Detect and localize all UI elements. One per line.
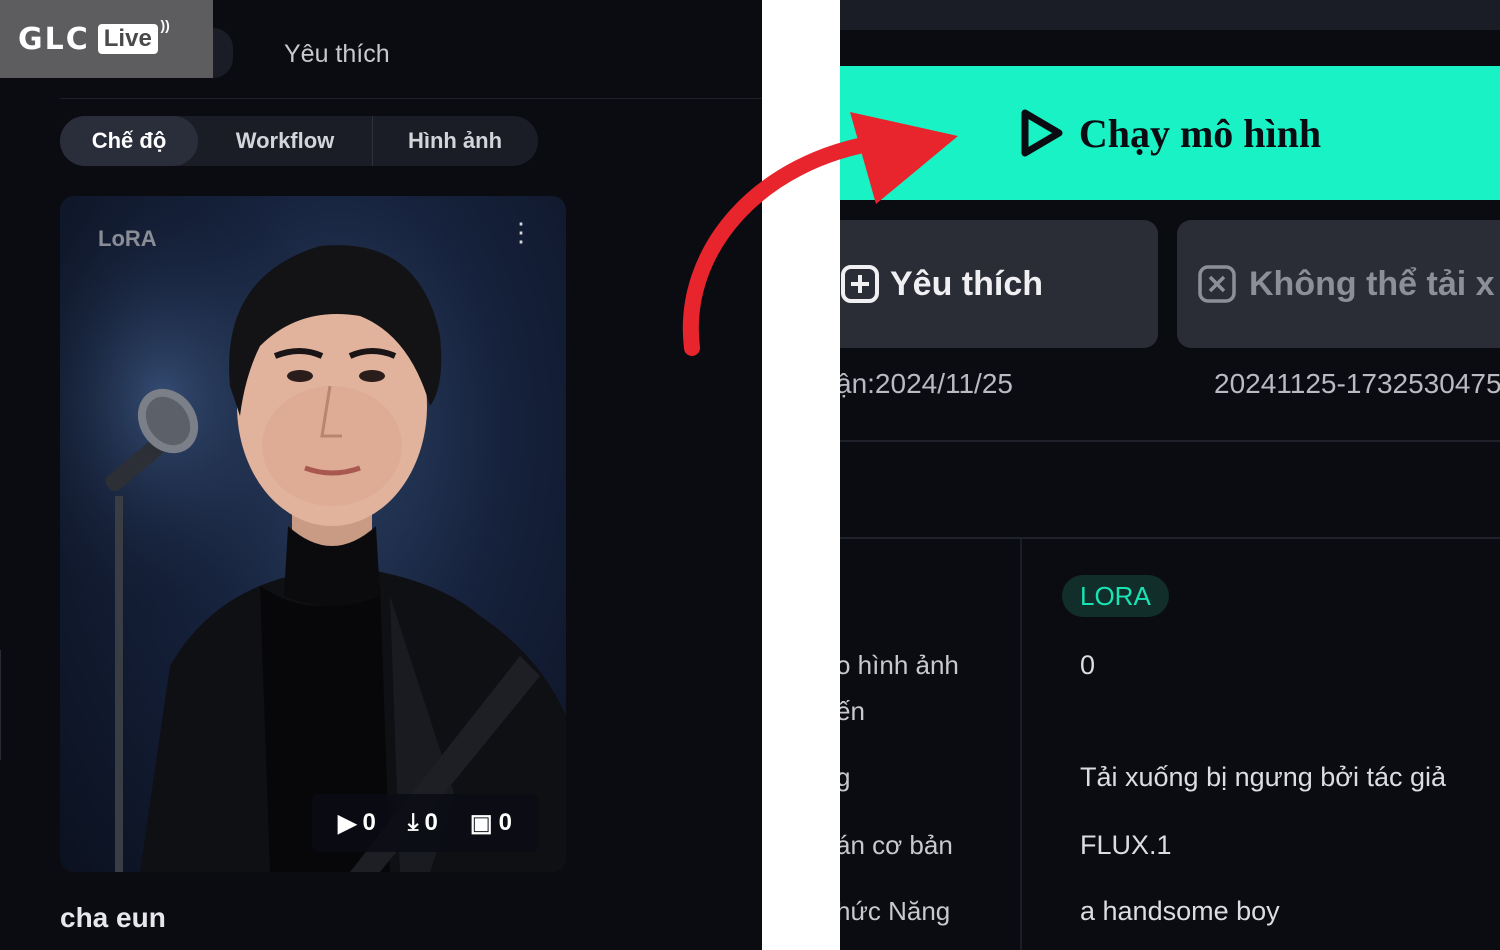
download-button-label: Không thể tải x: [1249, 264, 1495, 303]
side-bracket: [0, 650, 15, 760]
download-disabled-button[interactable]: Không thể tải x: [1177, 220, 1500, 348]
model-type-badge: LORA: [1062, 575, 1169, 617]
card-title[interactable]: cha eun: [60, 902, 166, 934]
detail-value: 0: [1080, 650, 1096, 680]
segment-mode[interactable]: Chế độ: [60, 116, 198, 166]
card-type-label: LoRA: [98, 226, 157, 251]
upload-date: ận:2024/11/25: [840, 368, 1013, 399]
images-stat: ▣ 0: [470, 809, 512, 838]
right-panel: Chạy mô hình Yêu thích Không thể tải x ậ…: [840, 0, 1500, 950]
logo-text: GLC: [18, 21, 90, 57]
more-options-icon[interactable]: ⋮: [508, 219, 534, 245]
download-icon: ⤓: [407, 809, 419, 836]
play-icon: [1021, 109, 1063, 157]
run-model-label: Chạy mô hình: [1078, 110, 1322, 156]
left-panel: GLC Live)) Yêu thích Chế độ Workflow Hìn…: [0, 0, 762, 950]
detail-label: ến: [840, 696, 865, 726]
run-model-button[interactable]: Chạy mô hình: [840, 66, 1500, 200]
mode-segmented-control: Chế độ Workflow Hình ảnh: [60, 116, 538, 166]
runs-count: 0: [362, 809, 376, 836]
brand-logo: GLC Live)): [0, 0, 213, 78]
detail-value: Tải xuống bị ngưng bởi tác giả: [1080, 762, 1447, 792]
add-icon: [841, 265, 879, 303]
logo-live-label: Live: [103, 25, 152, 52]
divider: [840, 440, 1500, 442]
model-card[interactable]: LoRA ⋮ ▶ 0 ⤓ 0 ▣ 0: [60, 196, 566, 872]
detail-label: g: [840, 762, 851, 792]
detail-label: án cơ bản: [840, 830, 953, 860]
close-icon: [1198, 265, 1236, 303]
card-stats: ▶ 0 ⤓ 0 ▣ 0: [312, 794, 538, 852]
runs-stat: ▶ 0: [338, 809, 376, 838]
version-id: 20241125-1732530475: [1214, 368, 1500, 399]
favorite-button[interactable]: Yêu thích: [840, 220, 1158, 348]
tab-active-partial[interactable]: [213, 28, 233, 78]
image-icon: ▣: [469, 809, 493, 837]
downloads-stat: ⤓ 0: [408, 809, 438, 837]
tab-favorites[interactable]: Yêu thích: [284, 40, 390, 69]
downloads-count: 0: [424, 809, 438, 836]
detail-label: o hình ảnh: [840, 650, 959, 680]
images-count: 0: [498, 809, 512, 836]
separator-gap: [762, 0, 840, 950]
detail-label: hức Năng: [840, 896, 951, 926]
model-preview-image: [60, 196, 566, 872]
divider: [60, 98, 762, 99]
segment-workflow[interactable]: Workflow: [198, 116, 372, 166]
broadcast-icon: )): [160, 17, 170, 33]
segment-images[interactable]: Hình ảnh: [372, 116, 537, 166]
detail-value: a handsome boy: [1080, 896, 1280, 926]
table-column-divider: [1020, 539, 1022, 950]
logo-live-badge: Live)): [97, 17, 170, 54]
detail-value: FLUX.1: [1080, 830, 1172, 860]
favorite-button-label: Yêu thích: [890, 264, 1044, 303]
play-icon: ▶: [338, 809, 357, 837]
top-bar: [840, 0, 1500, 30]
divider: [840, 537, 1500, 539]
